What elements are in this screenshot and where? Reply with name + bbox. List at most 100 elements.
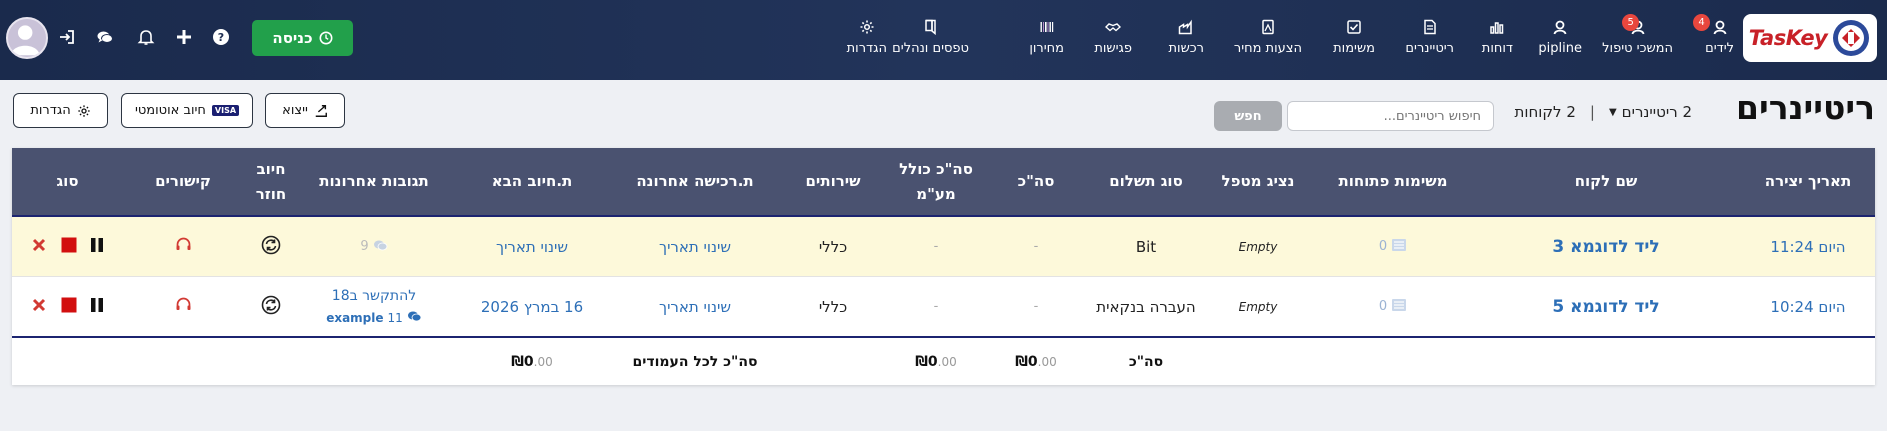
- search-button[interactable]: חפש: [1214, 101, 1282, 131]
- next-charge-link[interactable]: שינוי תאריך: [449, 217, 615, 276]
- nav-label: מחירון: [1029, 41, 1064, 56]
- client-name-link[interactable]: ליד לדוגמא 5: [1471, 277, 1741, 336]
- stop-icon[interactable]: [61, 237, 77, 257]
- client-name-link[interactable]: ליד לדוגמא 3: [1471, 217, 1741, 276]
- col-next-charge[interactable]: ת.חיוב הבא: [449, 148, 615, 215]
- nav-item-retainers[interactable]: ריטיינרים: [1405, 18, 1454, 56]
- delete-icon[interactable]: [31, 237, 47, 257]
- sync-icon: [261, 295, 281, 319]
- col-recurring-charge[interactable]: חיוב חוזר: [243, 148, 299, 215]
- svg-text:?: ?: [218, 31, 224, 44]
- created-date: היום 10:24: [1770, 297, 1846, 316]
- avatar[interactable]: [6, 17, 48, 59]
- export-icon: [315, 104, 327, 117]
- stop-icon[interactable]: [61, 297, 77, 317]
- checkbox-icon: [1345, 18, 1363, 36]
- open-tasks[interactable]: 0: [1315, 217, 1471, 276]
- nav-item-settings[interactable]: הגדרות: [847, 18, 887, 56]
- col-payment-type[interactable]: סוג תשלום: [1091, 148, 1201, 215]
- enter-button[interactable]: כניסה: [252, 20, 353, 56]
- nav-label: ריטיינרים: [1405, 41, 1454, 56]
- delete-icon[interactable]: [31, 297, 47, 317]
- pause-icon[interactable]: [89, 297, 105, 317]
- rep-name[interactable]: Empty: [1201, 277, 1315, 336]
- recent-comments[interactable]: להתקשר ב18 11 example: [299, 277, 449, 336]
- nav-item-leads[interactable]: לידים 4: [1693, 14, 1734, 56]
- col-total[interactable]: סה"כ: [981, 148, 1091, 215]
- comment-meta: 11 example: [326, 310, 422, 326]
- table-row[interactable]: היום 11:24 ליד לדוגמא 3 0 Empty Bit - - …: [12, 217, 1875, 277]
- help-icon[interactable]: ?: [210, 26, 232, 48]
- app-logo[interactable]: TasKey: [1743, 14, 1877, 62]
- col-type[interactable]: סוג: [12, 148, 123, 215]
- type-controls: [12, 217, 123, 276]
- col-last-purchase[interactable]: ת.רכישה אחרונה: [615, 148, 775, 215]
- col-open-tasks[interactable]: משימות פתוחות: [1315, 148, 1471, 215]
- gear-icon: [78, 104, 90, 117]
- gear-icon: [858, 18, 876, 36]
- settings-label: הגדרות: [30, 103, 71, 118]
- nav-item-tasks[interactable]: משימות: [1333, 18, 1375, 56]
- col-links[interactable]: קישורים: [123, 148, 243, 215]
- last-purchase-link[interactable]: שינוי תאריך: [615, 217, 775, 276]
- rep-name[interactable]: Empty: [1201, 217, 1315, 276]
- links[interactable]: [123, 217, 243, 276]
- chart-icon: [1488, 18, 1506, 36]
- footer-total-vat-decimals: .00: [937, 354, 957, 369]
- clock-icon: [319, 31, 333, 45]
- bell-icon[interactable]: [135, 26, 157, 48]
- nav-label: דוחות: [1481, 41, 1513, 56]
- search-input[interactable]: [1287, 101, 1494, 131]
- nav-item-purchases[interactable]: רכשות: [1168, 18, 1204, 56]
- col-services[interactable]: שירותים: [775, 148, 891, 215]
- nav-item-quotes[interactable]: הצעות מחיר: [1234, 18, 1302, 56]
- nav-label: משימות: [1333, 41, 1375, 56]
- open-tasks[interactable]: 0: [1315, 277, 1471, 336]
- last-purchase-link[interactable]: שינוי תאריך: [615, 277, 775, 336]
- headset-icon: [175, 296, 192, 317]
- table-row[interactable]: היום 10:24 ליד לדוגמא 5 0 Empty העברה בנ…: [12, 277, 1875, 338]
- settings-button[interactable]: הגדרות: [13, 93, 108, 128]
- col-total-vat[interactable]: סה"כ כולל מע"מ: [891, 148, 981, 215]
- total: -: [1033, 239, 1039, 254]
- comment-count: 11: [387, 310, 403, 325]
- task-list-icon: [1391, 298, 1407, 316]
- recurring-charge-toggle[interactable]: [243, 277, 299, 336]
- headset-icon: [175, 236, 192, 257]
- auto-charge-button[interactable]: VISA חיוב אוטומטי: [121, 93, 253, 128]
- retainers-count-dropdown[interactable]: 2 ריטיינרים ▼: [1609, 103, 1692, 121]
- col-rep[interactable]: נציג מטפל: [1201, 148, 1315, 215]
- nav-item-pipline[interactable]: pipline: [1538, 18, 1582, 56]
- plus-icon[interactable]: [173, 26, 195, 48]
- nav-item-meetings[interactable]: פגישות: [1094, 18, 1132, 56]
- table-footer: סה"כ ₪0.00 ₪0.00 סה"כ לכל העמודים ₪0.00: [12, 338, 1875, 385]
- open-tasks-count: 0: [1378, 239, 1388, 254]
- payment-type: העברה בנקאית: [1096, 297, 1196, 316]
- nav-label: טפסים ונהלים: [892, 41, 969, 56]
- type-controls: [12, 277, 123, 336]
- chat-icon[interactable]: [94, 26, 116, 48]
- col-created-date[interactable]: תאריך יצירה: [1741, 148, 1875, 215]
- col-recent-comments[interactable]: תגובות אחרונות: [299, 148, 449, 215]
- next-charge-link[interactable]: 16 במרץ 2026: [449, 277, 615, 336]
- top-navbar: TasKey לידים 4 המשכי טיפול 5 pipline דוח…: [0, 0, 1887, 80]
- links[interactable]: [123, 277, 243, 336]
- col-client-name[interactable]: שם לקוח: [1471, 148, 1741, 215]
- recurring-charge-toggle[interactable]: [243, 217, 299, 276]
- nav-item-forms[interactable]: טפסים ונהלים: [892, 18, 969, 56]
- divider: |: [1589, 103, 1595, 121]
- visa-card-icon: VISA: [211, 105, 240, 116]
- auto-charge-label: חיוב אוטומטי: [134, 103, 206, 118]
- nav-item-pricelist[interactable]: מחירון: [1029, 18, 1064, 56]
- export-button[interactable]: ייצוא: [265, 93, 345, 128]
- sign-in-icon[interactable]: [56, 26, 78, 48]
- retainers-table: תאריך יצירה שם לקוח משימות פתוחות נציג מ…: [12, 148, 1875, 385]
- nav-item-reports[interactable]: דוחות: [1482, 18, 1513, 56]
- total-vat: -: [933, 239, 939, 254]
- recent-comments[interactable]: 9: [299, 217, 449, 276]
- task-list-icon: [1391, 238, 1407, 256]
- nav-item-followups[interactable]: המשכי טיפול 5: [1602, 14, 1673, 56]
- user-icon: [1551, 18, 1569, 36]
- nav-label: pipline: [1538, 41, 1582, 56]
- pause-icon[interactable]: [89, 237, 105, 257]
